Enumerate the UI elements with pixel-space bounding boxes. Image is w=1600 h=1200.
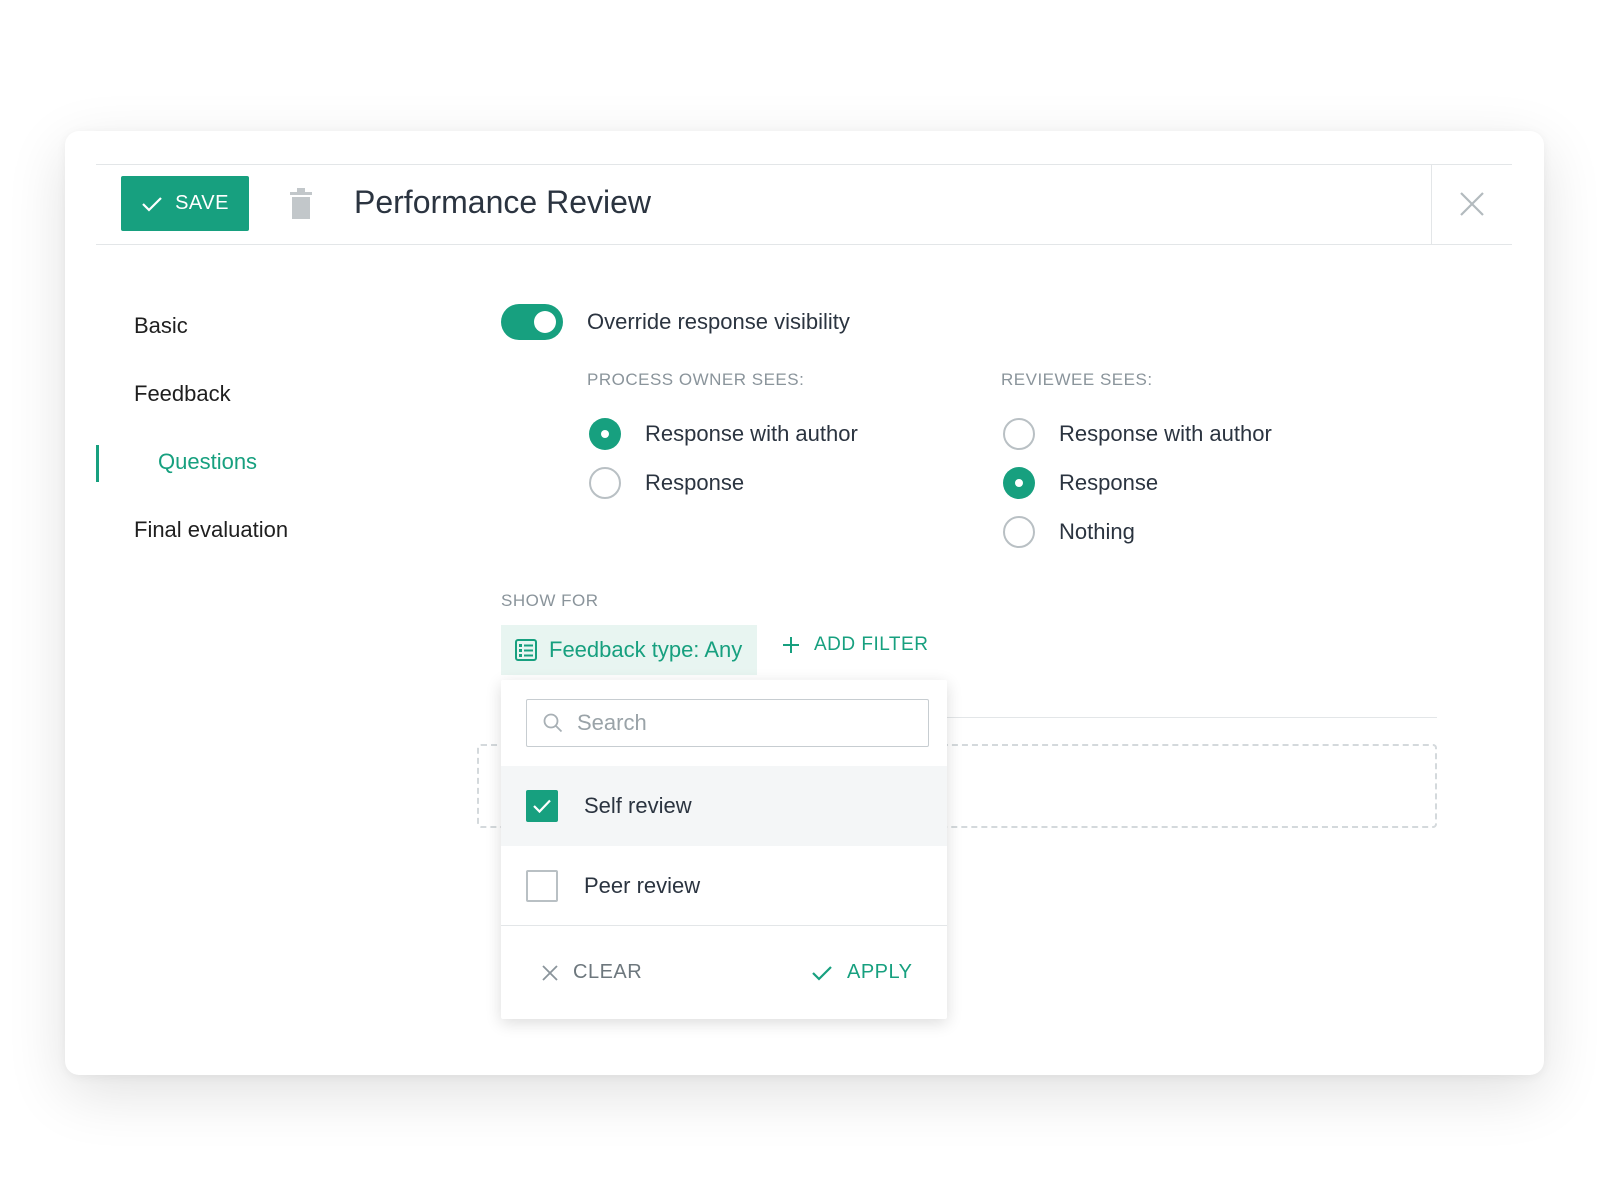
clear-button[interactable]: CLEAR bbox=[541, 961, 642, 984]
override-visibility-label: Override response visibility bbox=[587, 309, 850, 334]
list-icon bbox=[515, 639, 537, 661]
override-visibility-toggle[interactable] bbox=[501, 304, 563, 340]
feedback-type-filter-chip[interactable]: Feedback type: Any bbox=[501, 625, 757, 675]
process-owner-label: PROCESS OWNER SEES: bbox=[587, 370, 805, 389]
owner-radio-response[interactable]: Response bbox=[589, 467, 744, 499]
radio-label: Response with author bbox=[645, 421, 858, 446]
radio-label: Response with author bbox=[1059, 421, 1272, 446]
add-filter-label: ADD FILTER bbox=[814, 634, 929, 655]
clear-label: CLEAR bbox=[573, 961, 643, 983]
option-label: Peer review bbox=[584, 873, 701, 898]
check-icon bbox=[533, 799, 551, 814]
save-button-label: SAVE bbox=[175, 192, 229, 214]
close-icon bbox=[542, 964, 558, 981]
radio-selected bbox=[1003, 467, 1035, 499]
option-peer-review[interactable]: Peer review bbox=[501, 846, 947, 926]
apply-button[interactable]: APPLY bbox=[811, 961, 913, 984]
radio-label: Response bbox=[1059, 470, 1159, 495]
checkbox-checked bbox=[526, 790, 558, 822]
sidebar-item-final-evaluation[interactable]: Final evaluation bbox=[134, 517, 288, 543]
reviewee-radio-response-with-author[interactable]: Response with author bbox=[1003, 418, 1272, 450]
radio-unselected bbox=[589, 467, 621, 499]
plus-icon bbox=[783, 637, 799, 653]
apply-label: APPLY bbox=[847, 961, 913, 983]
option-label: Self review bbox=[584, 793, 692, 818]
sidebar-active-indicator bbox=[96, 445, 99, 482]
radio-unselected bbox=[1003, 516, 1035, 548]
add-filter-button[interactable]: ADD FILTER bbox=[782, 634, 928, 656]
close-icon[interactable] bbox=[1456, 188, 1488, 220]
radio-label: Response bbox=[645, 470, 745, 495]
checkbox-unchecked bbox=[526, 870, 558, 902]
dropdown-search[interactable] bbox=[526, 699, 929, 747]
radio-label: Nothing bbox=[1059, 519, 1135, 544]
sidebar-item-basic[interactable]: Basic bbox=[134, 313, 188, 339]
feedback-type-dropdown: Self review Peer review CLEAR APPLY bbox=[501, 680, 947, 1019]
check-icon bbox=[812, 965, 832, 981]
sidebar-item-feedback[interactable]: Feedback bbox=[134, 381, 231, 407]
search-icon bbox=[543, 713, 563, 733]
radio-unselected bbox=[1003, 418, 1035, 450]
reviewee-label: REVIEWEE SEES: bbox=[1001, 370, 1153, 389]
filter-chip-label: Feedback type: Any bbox=[549, 637, 743, 662]
radio-selected bbox=[589, 418, 621, 450]
check-icon bbox=[142, 196, 162, 212]
trash-icon[interactable] bbox=[287, 188, 315, 220]
show-for-label: SHOW FOR bbox=[501, 591, 599, 610]
sidebar-item-questions[interactable]: Questions bbox=[158, 449, 257, 475]
section-divider bbox=[940, 717, 1437, 718]
save-button[interactable]: SAVE bbox=[121, 176, 249, 231]
owner-radio-response-with-author[interactable]: Response with author bbox=[589, 418, 858, 450]
option-self-review[interactable]: Self review bbox=[501, 766, 947, 846]
reviewee-radio-response[interactable]: Response bbox=[1003, 467, 1158, 499]
dropdown-divider bbox=[501, 925, 947, 926]
header-divider bbox=[1431, 164, 1432, 245]
search-input[interactable] bbox=[577, 710, 907, 736]
page-title: Performance Review bbox=[354, 184, 651, 220]
toggle-knob bbox=[534, 311, 556, 333]
reviewee-radio-nothing[interactable]: Nothing bbox=[1003, 516, 1135, 548]
